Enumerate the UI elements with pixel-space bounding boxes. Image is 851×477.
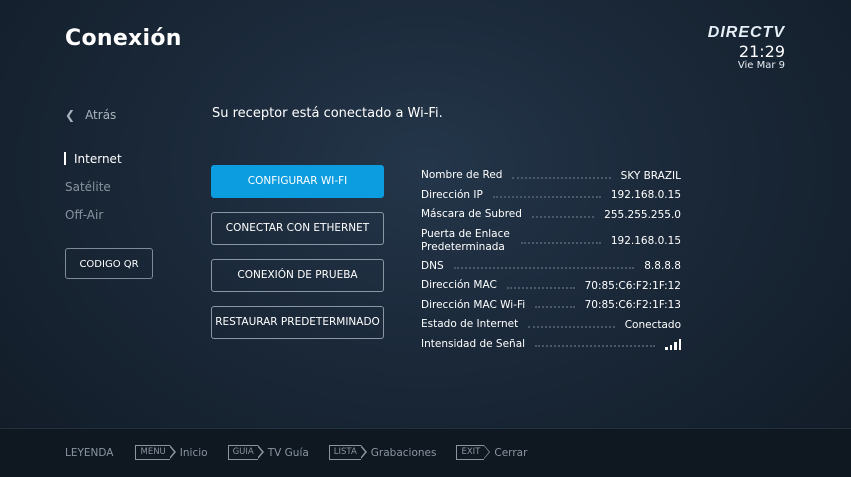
info-row-ip-address: Dirección IP 192.168.0.15 [421,186,681,206]
clock-date: Vie Mar 9 [737,60,785,71]
connection-status-message: Su receptor está conectado a Wi-Fi. [212,106,443,121]
dotted-leader [512,176,611,179]
sidebar-item-internet[interactable]: Internet [64,150,122,178]
exit-key-label: Cerrar [494,446,528,459]
menu-key-icon: MENU [135,445,177,460]
dotted-leader [535,345,655,348]
network-info-table: Nombre de Red SKY BRAZIL Dirección IP 192.… [421,166,681,354]
sidebar-item-satelite[interactable]: Satélite [65,178,122,206]
active-indicator [64,152,66,165]
back-label: Atrás [85,108,117,122]
configure-wifi-button[interactable]: CONFIGURAR WI-FI [211,165,384,198]
info-value: 70:85:C6:F2:1F:12 [584,279,681,292]
menu-key-label: Inicio [179,446,208,459]
restore-default-button[interactable]: RESTAURAR PREDETERMINADO [211,306,384,339]
legend-title: LEYENDA [65,446,114,459]
info-row-default-gateway: Puerta de Enlace Predeterminada 192.168.0… [421,225,681,257]
dotted-leader [506,286,575,289]
info-value: 192.168.0.15 [610,234,681,247]
signal-strength-icon [665,338,681,350]
brand-area: DIRECTV 21:29 Vie Mar 9 [708,24,785,72]
footer-legend-bar: LEYENDA MENU Inicio GUIA TV Guía LISTA Grab… [0,428,851,477]
dotted-leader [453,267,635,270]
info-label: Dirección MAC [421,279,497,292]
guia-key-label: TV Guía [267,446,309,459]
info-row-subnet-mask: Máscara de Subred 255.255.255.0 [421,205,681,225]
info-value: Conectado [624,318,681,331]
sidebar-item-label: Off-Air [65,208,104,222]
info-row-signal-strength: Intensidad de Señal [421,335,681,355]
clock-time: 21:29 [738,42,785,61]
dotted-leader [492,196,601,199]
info-label: Estado de Internet [421,318,519,331]
lista-key-label: Grabaciones [370,446,437,459]
sidebar-nav: Internet Satélite Off-Air [64,150,122,234]
page-title: Conexión [65,26,182,51]
info-value: 255.255.255.0 [604,208,681,221]
dotted-leader [535,306,575,309]
info-label: Máscara de Subred [421,208,522,221]
info-value: 8.8.8.8 [644,260,681,273]
info-label: Puerta de Enlace Predeterminada [421,227,510,253]
chevron-left-icon: ❮ [65,108,76,122]
back-button[interactable]: ❮ Atrás [65,108,116,122]
info-label: DNS [421,259,444,272]
info-row-wifi-mac-address: Dirección MAC Wi-Fi 70:85:C6:F2:1F:13 [421,296,681,316]
info-label: Nombre de Red [421,169,503,182]
sidebar-item-label: Satélite [65,180,111,194]
dotted-leader [521,241,601,244]
info-row-dns: DNS 8.8.8.8 [421,257,681,277]
info-value: 70:85:C6:F2:1F:13 [584,299,681,312]
info-label: Dirección MAC Wi-Fi [421,298,526,311]
info-label: Dirección IP [421,188,483,201]
info-row-network-name: Nombre de Red SKY BRAZIL [421,166,681,186]
exit-key-icon: EXIT [456,445,491,460]
legend: LEYENDA MENU Inicio GUIA TV Guía LISTA Grab… [65,445,547,460]
info-row-mac-address: Dirección MAC 70:85:C6:F2:1F:12 [421,276,681,296]
sidebar-item-off-air[interactable]: Off-Air [65,206,122,234]
lista-key-icon: LISTA [328,445,367,460]
info-value: SKY BRAZIL [620,169,681,182]
info-row-internet-status: Estado de Internet Conectado [421,315,681,335]
guia-key-icon: GUIA [227,445,264,460]
qr-code-button[interactable]: CODIGO QR [65,248,153,279]
connect-ethernet-button[interactable]: CONECTAR CON ETHERNET [211,212,384,245]
dotted-leader [528,325,615,328]
info-label: Intensidad de Señal [421,337,526,350]
test-connection-button[interactable]: CONEXIÓN DE PRUEBA [211,259,384,292]
info-value: 192.168.0.15 [610,189,681,202]
dotted-leader [531,215,595,218]
action-buttons: CONFIGURAR WI-FI CONECTAR CON ETHERNET C… [211,165,384,353]
sidebar-item-label: Internet [74,152,122,166]
directv-logo: DIRECTV [707,24,785,41]
